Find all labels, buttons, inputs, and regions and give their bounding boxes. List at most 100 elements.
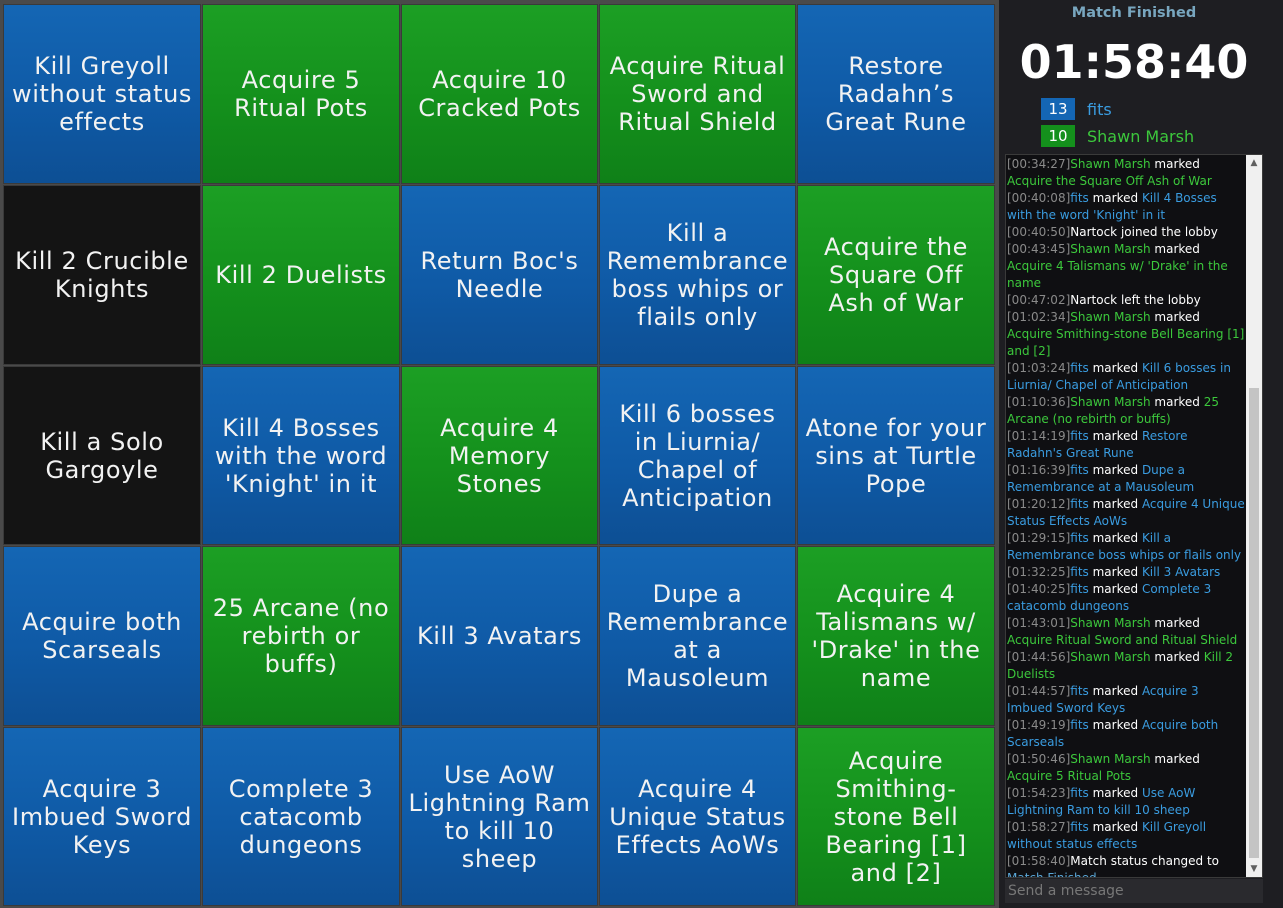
bingo-cell-label: Atone for your sins at Turtle Pope: [805, 413, 987, 498]
chat-action: marked: [1092, 786, 1139, 800]
bingo-cell-label: Acquire 10 Cracked Pots: [418, 66, 581, 122]
team-name: fits: [1087, 99, 1112, 119]
bingo-cell[interactable]: Acquire 10 Cracked Pots: [401, 4, 598, 184]
chat-line: [01:54:23]fits marked Use AoW Lightning …: [1007, 785, 1245, 819]
bingo-cell[interactable]: Kill a Solo Gargoyle: [3, 366, 201, 545]
chat-timestamp: [01:50:46]: [1007, 752, 1071, 766]
chat-player: Shawn Marsh: [1070, 242, 1151, 256]
bingo-cell-label: Dupe a Remembrance at a Mausoleum: [606, 580, 789, 692]
bingo-cell-label: Acquire 5 Ritual Pots: [234, 66, 368, 122]
chat-line: [01:16:39]fits marked Dupe a Remembrance…: [1007, 462, 1245, 496]
bingo-cell[interactable]: Acquire 4 Unique Status Effects AoWs: [599, 727, 796, 906]
chat-line: [01:32:25]fits marked Kill 3 Avatars: [1007, 564, 1245, 581]
bingo-cell[interactable]: Acquire 5 Ritual Pots: [202, 4, 400, 184]
chat-log: [00:34:27]Shawn Marsh marked Acquire the…: [1007, 156, 1245, 878]
chat-player: Shawn Marsh: [1070, 650, 1151, 664]
bingo-cell[interactable]: Acquire 4 Talismans w/ 'Drake' in the na…: [797, 546, 995, 726]
chat-timestamp: [00:40:08]: [1007, 191, 1071, 205]
chat-action: marked: [1154, 650, 1200, 664]
bingo-cell-label: Acquire Ritual Sword and Ritual Shield: [609, 52, 786, 136]
chat-line: [01:10:36]Shawn Marsh marked 25 Arcane (…: [1007, 394, 1245, 428]
bingo-cell-label: Kill 2 Crucible Knights: [15, 247, 189, 303]
bingo-cell[interactable]: Return Boc's Needle: [401, 185, 598, 365]
bingo-cell-label: 25 Arcane (no rebirth or buffs): [212, 594, 390, 678]
chat-timestamp: [01:58:27]: [1007, 820, 1071, 834]
bingo-cell-label: Kill 4 Bosses with the word 'Knight' in …: [214, 413, 388, 498]
chat-scrollbar[interactable]: ▲ ▼: [1246, 155, 1262, 877]
chat-action: marked: [1092, 497, 1139, 511]
bingo-cell-label: Acquire the Square Off Ash of War: [823, 233, 969, 317]
bingo-cell-label: Return Boc's Needle: [420, 247, 579, 303]
chat-line: [01:14:19]fits marked Restore Radahn's G…: [1007, 428, 1245, 462]
bingo-cell[interactable]: Kill a Remembrance boss whips or flails …: [599, 185, 796, 365]
bingo-cell[interactable]: Acquire Ritual Sword and Ritual Shield: [599, 4, 796, 184]
chat-player: Shawn Marsh: [1070, 752, 1151, 766]
bingo-cell[interactable]: Kill 4 Bosses with the word 'Knight' in …: [202, 366, 400, 545]
chat-objective: Acquire the Square Off Ash of War: [1007, 174, 1212, 188]
bingo-cell[interactable]: 25 Arcane (no rebirth or buffs): [202, 546, 400, 726]
chat-player: fits: [1070, 531, 1089, 545]
chat-action: Nartock left the lobby: [1070, 293, 1201, 307]
team-name: Shawn Marsh: [1087, 126, 1195, 146]
bingo-cell-label: Complete 3 catacomb dungeons: [228, 774, 374, 859]
chat-action: marked: [1154, 752, 1200, 766]
chat-player: fits: [1070, 565, 1089, 579]
team-score-fits: 13 fits: [1041, 97, 1112, 121]
bingo-cell[interactable]: Restore Radahn’s Great Rune: [797, 4, 995, 184]
chat-timestamp: [01:54:23]: [1007, 786, 1071, 800]
chat-line: [01:03:24]fits marked Kill 6 bosses in L…: [1007, 360, 1245, 394]
bingo-cell[interactable]: Kill Greyoll without status effects: [3, 4, 201, 184]
chat-timestamp: [01:32:25]: [1007, 565, 1071, 579]
bingo-cell[interactable]: Acquire Smithing-stone Bell Bearing [1] …: [797, 727, 995, 906]
chat-line: [01:20:12]fits marked Acquire 4 Unique S…: [1007, 496, 1245, 530]
bingo-cell[interactable]: Acquire 4 Memory Stones: [401, 366, 598, 545]
bingo-cell[interactable]: Kill 6 bosses in Liurnia/ Chapel of Anti…: [599, 366, 796, 545]
chat-timestamp: [01:20:12]: [1007, 497, 1071, 511]
chat-timestamp: [01:16:39]: [1007, 463, 1071, 477]
chat-line: [00:34:27]Shawn Marsh marked Acquire the…: [1007, 156, 1245, 190]
chat-message-input[interactable]: [1005, 879, 1263, 903]
team-count: 13: [1041, 98, 1075, 120]
chat-player: Shawn Marsh: [1070, 616, 1151, 630]
chat-line: [01:50:46]Shawn Marsh marked Acquire 5 R…: [1007, 751, 1245, 785]
chat-action: marked: [1092, 531, 1139, 545]
chat-line: [01:29:15]fits marked Kill a Remembrance…: [1007, 530, 1245, 564]
chat-action: marked: [1154, 395, 1200, 409]
bingo-cell-label: Kill a Solo Gargoyle: [40, 427, 164, 484]
bingo-cell[interactable]: Use AoW Lightning Ram to kill 10 sheep: [401, 727, 598, 906]
bingo-cell[interactable]: Kill 2 Crucible Knights: [3, 185, 201, 365]
chat-action: marked: [1092, 463, 1139, 477]
bingo-cell[interactable]: Acquire the Square Off Ash of War: [797, 185, 995, 365]
scrollbar-thumb[interactable]: [1249, 388, 1259, 858]
arrow-up-icon[interactable]: ▲: [1246, 155, 1262, 171]
bingo-cell-label: Acquire 3 Imbued Sword Keys: [12, 774, 192, 859]
chat-line: [01:58:27]fits marked Kill Greyoll witho…: [1007, 819, 1245, 853]
chat-timestamp: [01:10:36]: [1007, 395, 1071, 409]
chat-timestamp: [01:29:15]: [1007, 531, 1071, 545]
chat-player: fits: [1070, 497, 1089, 511]
bingo-cell[interactable]: Acquire both Scarseals: [3, 546, 201, 726]
bingo-cell[interactable]: Dupe a Remembrance at a Mausoleum: [599, 546, 796, 726]
match-status: Match Finished: [1071, 5, 1197, 21]
chat-action: marked: [1092, 820, 1139, 834]
chat-player: fits: [1070, 684, 1089, 698]
arrow-down-icon[interactable]: ▼: [1246, 861, 1262, 877]
bingo-cell[interactable]: Kill 3 Avatars: [401, 546, 598, 726]
chat-player: fits: [1070, 463, 1089, 477]
chat-timestamp: [01:03:24]: [1007, 361, 1071, 375]
bingo-cell-label: Restore Radahn’s Great Rune: [825, 52, 967, 136]
bingo-cell[interactable]: Atone for your sins at Turtle Pope: [797, 366, 995, 545]
bingo-cell[interactable]: Kill 2 Duelists: [202, 185, 400, 365]
chat-timestamp: [01:43:01]: [1007, 616, 1071, 630]
chat-player: fits: [1070, 429, 1089, 443]
bingo-cell[interactable]: Complete 3 catacomb dungeons: [202, 727, 400, 906]
chat-log-panel: [00:34:27]Shawn Marsh marked Acquire the…: [1005, 154, 1263, 878]
chat-line: [00:47:02]Nartock left the lobby: [1007, 292, 1245, 309]
chat-timestamp: [01:49:19]: [1007, 718, 1071, 732]
chat-objective: Match Finished: [1007, 871, 1097, 878]
bingo-cell[interactable]: Acquire 3 Imbued Sword Keys: [3, 727, 201, 906]
chat-line: [00:40:08]fits marked Kill 4 Bosses with…: [1007, 190, 1245, 224]
chat-timestamp: [00:47:02]: [1007, 293, 1071, 307]
chat-action: marked: [1154, 242, 1200, 256]
chat-player: Shawn Marsh: [1070, 157, 1151, 171]
